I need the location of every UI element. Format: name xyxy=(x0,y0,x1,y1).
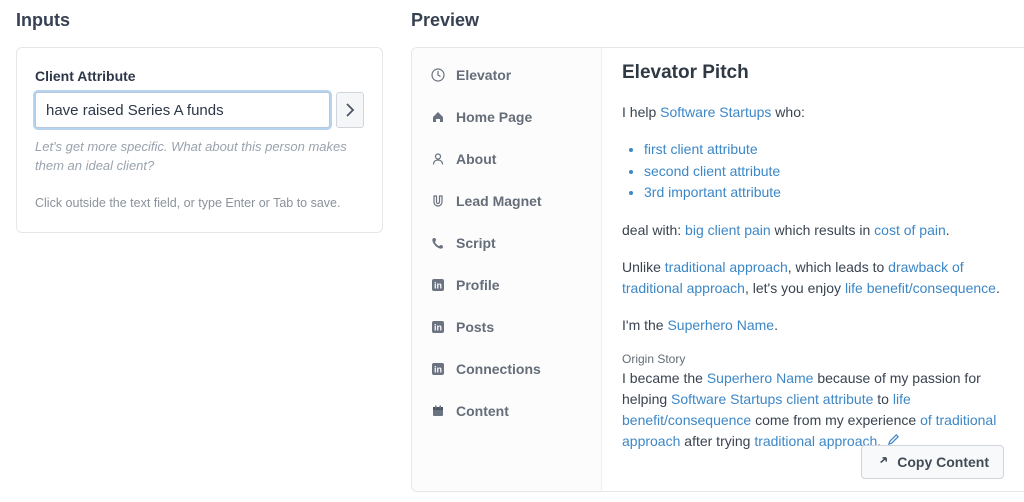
svg-text:in: in xyxy=(434,323,442,333)
copy-content-label: Copy Content xyxy=(897,454,989,470)
preview-panel: Elevator Home Page About xyxy=(411,47,1024,492)
origin-story-text: I became the Superhero Name because of m… xyxy=(622,368,1024,452)
inputs-heading: Inputs xyxy=(16,10,383,31)
nav-item-connections[interactable]: in Connections xyxy=(412,348,601,390)
link-superhero-name[interactable]: Superhero Name xyxy=(667,317,774,333)
link-software-startups[interactable]: Software Startups xyxy=(660,104,771,120)
link-traditional-approach[interactable]: traditional approach xyxy=(754,433,877,449)
deal-with-line: deal with: big client pain which results… xyxy=(622,220,1024,241)
next-button[interactable] xyxy=(336,92,364,128)
nav-item-posts[interactable]: in Posts xyxy=(412,306,601,348)
linkedin-icon: in xyxy=(430,278,446,292)
pitch-title: Elevator Pitch xyxy=(622,62,1024,84)
share-icon xyxy=(876,456,889,469)
nav-item-elevator[interactable]: Elevator xyxy=(412,54,601,96)
svg-text:in: in xyxy=(434,365,442,375)
client-attribute-list: first client attribute second client att… xyxy=(626,139,1024,204)
unlike-line: Unlike traditional approach, which leads… xyxy=(622,257,1024,299)
nav-label: Script xyxy=(456,235,496,251)
nav-label: Connections xyxy=(456,361,541,377)
nav-label: Lead Magnet xyxy=(456,193,542,209)
nav-label: Profile xyxy=(456,277,500,293)
svg-text:in: in xyxy=(434,281,442,291)
helper-text: Let's get more specific. What about this… xyxy=(35,138,364,176)
nav-label: Home Page xyxy=(456,109,532,125)
nav-item-script[interactable]: Script xyxy=(412,222,601,264)
preview-heading: Preview xyxy=(411,10,1024,31)
inputs-panel: Client Attribute Let's get more specific… xyxy=(16,47,383,233)
link-traditional-approach[interactable]: traditional approach xyxy=(665,259,788,275)
link-superhero-name[interactable]: Superhero Name xyxy=(707,370,814,386)
pitch-intro-line: I help Software Startups who: xyxy=(622,102,1024,123)
link-client-pain[interactable]: big client pain xyxy=(685,222,771,238)
nav-item-lead-magnet[interactable]: Lead Magnet xyxy=(412,180,601,222)
nav-item-home-page[interactable]: Home Page xyxy=(412,96,601,138)
client-attribute-label: Client Attribute xyxy=(35,68,364,84)
linkedin-icon: in xyxy=(430,362,446,376)
origin-story-label: Origin Story xyxy=(622,352,1024,366)
save-hint: Click outside the text field, or type En… xyxy=(35,196,364,210)
calendar-icon xyxy=(430,404,446,418)
magnet-icon xyxy=(430,194,446,208)
nav-item-content[interactable]: Content xyxy=(412,390,601,432)
home-icon xyxy=(430,110,446,124)
nav-item-about[interactable]: About xyxy=(412,138,601,180)
preview-main-pane: Elevator Pitch I help Software Startups … xyxy=(602,48,1024,491)
chevron-right-icon xyxy=(345,103,355,117)
copy-content-button[interactable]: Copy Content xyxy=(861,445,1004,479)
user-outline-icon xyxy=(430,152,446,166)
nav-label: Content xyxy=(456,403,509,419)
preview-side-nav: Elevator Home Page About xyxy=(412,48,602,491)
linkedin-icon: in xyxy=(430,320,446,334)
link-life-benefit[interactable]: life benefit/consequence xyxy=(845,280,996,296)
im-the-line: I'm the Superhero Name. xyxy=(622,315,1024,336)
link-cost-of-pain[interactable]: cost of pain xyxy=(874,222,946,238)
phone-icon xyxy=(430,236,446,250)
list-item[interactable]: first client attribute xyxy=(644,139,1024,161)
link-software-startups[interactable]: Software Startups xyxy=(671,391,782,407)
clock-icon xyxy=(430,68,446,82)
list-item[interactable]: second client attribute xyxy=(644,161,1024,183)
link-client-attribute[interactable]: client attribute xyxy=(786,391,873,407)
nav-label: Posts xyxy=(456,319,494,335)
nav-label: Elevator xyxy=(456,67,511,83)
client-attribute-input[interactable] xyxy=(35,92,330,128)
nav-label: About xyxy=(456,151,496,167)
list-item[interactable]: 3rd important attribute xyxy=(644,182,1024,204)
nav-item-profile[interactable]: in Profile xyxy=(412,264,601,306)
